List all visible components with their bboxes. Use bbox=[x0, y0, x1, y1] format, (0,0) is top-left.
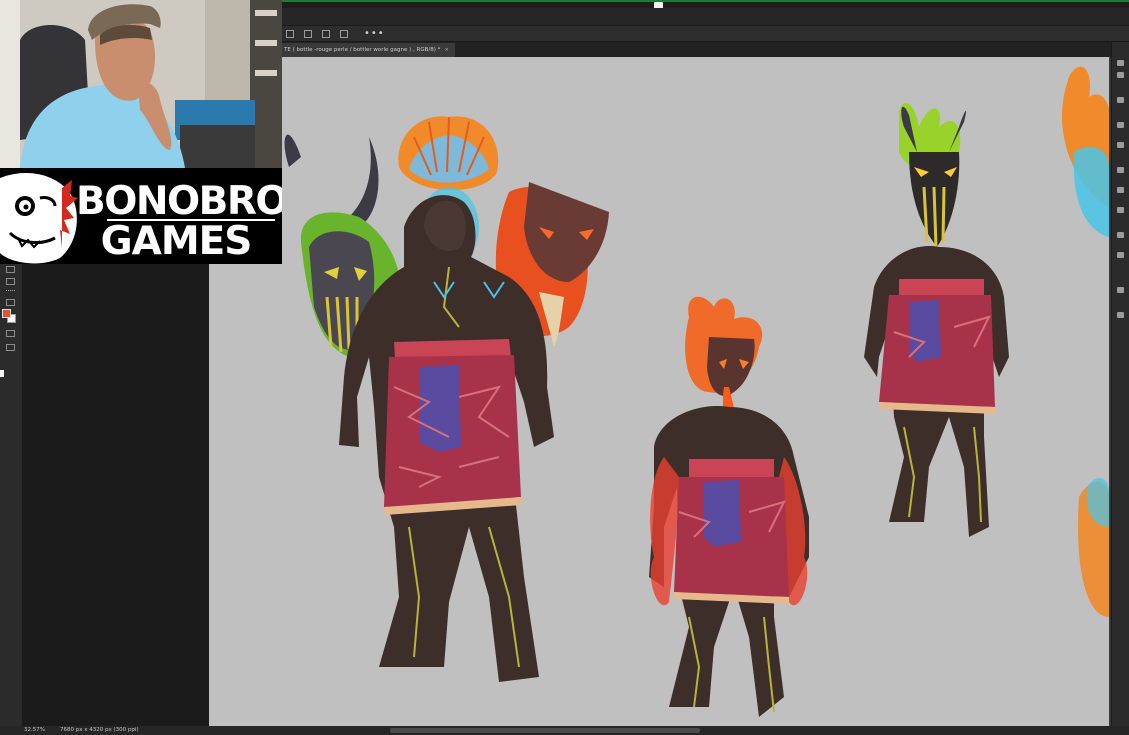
logo-divider bbox=[107, 219, 275, 221]
document-size: 7680 px x 4320 px (300 ppi) bbox=[60, 727, 139, 733]
layer-comps-icon[interactable] bbox=[1117, 312, 1124, 318]
channels-icon[interactable] bbox=[1117, 232, 1124, 238]
lasso-icon[interactable] bbox=[6, 290, 15, 294]
canvas[interactable] bbox=[209, 57, 1109, 726]
panel-collapse-handle[interactable] bbox=[0, 370, 4, 377]
artboard-icon[interactable] bbox=[6, 344, 15, 351]
properties-icon[interactable] bbox=[1117, 72, 1124, 78]
status-menu-arrow[interactable]: › bbox=[133, 726, 135, 735]
document-tab-bar: TE ( bottle -rouge perle / bottler worle… bbox=[282, 42, 1129, 57]
paths-icon[interactable] bbox=[1117, 252, 1124, 258]
styles-icon[interactable] bbox=[1117, 207, 1124, 213]
align-right-icon[interactable] bbox=[322, 29, 330, 38]
right-panel-dock bbox=[1111, 42, 1129, 726]
distribute-icon[interactable] bbox=[340, 29, 348, 38]
menu-bar bbox=[282, 8, 1129, 26]
history-icon[interactable] bbox=[1117, 60, 1124, 66]
character-3 bbox=[864, 103, 1009, 537]
screen-mode-icon[interactable] bbox=[6, 330, 15, 337]
close-icon[interactable]: × bbox=[444, 47, 449, 53]
document-tab-title: TE ( bottle -rouge perle / bottler worle… bbox=[284, 47, 441, 53]
character-2 bbox=[649, 296, 809, 717]
layers-icon[interactable] bbox=[1117, 287, 1124, 293]
align-center-icon[interactable] bbox=[304, 29, 312, 38]
webcam-overlay bbox=[0, 0, 282, 168]
align-left-icon[interactable] bbox=[286, 29, 294, 38]
character-1 bbox=[284, 116, 609, 683]
select-icon[interactable] bbox=[6, 278, 15, 285]
more-options-button[interactable]: ••• bbox=[364, 28, 385, 38]
monkey-mascot-icon bbox=[0, 173, 78, 264]
document-tab[interactable]: TE ( bottle -rouge perle / bottler worle… bbox=[282, 43, 456, 57]
webcam-feed-illustration bbox=[0, 0, 282, 168]
swatches-icon[interactable] bbox=[1117, 122, 1124, 128]
brand-line-1: BONOBROS bbox=[76, 179, 282, 224]
crop-icon[interactable] bbox=[6, 299, 15, 306]
tool-options-bar: ••• bbox=[282, 26, 1129, 42]
move-icon[interactable] bbox=[6, 266, 15, 273]
zoom-level[interactable]: 32.57% bbox=[24, 726, 45, 735]
libraries-icon[interactable] bbox=[1117, 187, 1124, 193]
character-4-partial bbox=[1061, 66, 1109, 617]
brush-icon[interactable] bbox=[1117, 142, 1124, 148]
artwork-illustration bbox=[284, 66, 1109, 717]
tools-panel bbox=[0, 264, 23, 726]
brand-line-2: GAMES bbox=[100, 219, 253, 264]
horizontal-scrollbar[interactable] bbox=[390, 728, 700, 733]
color-icon[interactable] bbox=[1117, 97, 1124, 103]
foreground-color-swatch[interactable] bbox=[2, 309, 11, 318]
status-bar: 32.57% 7680 px x 4320 px (300 ppi) › bbox=[0, 726, 1129, 735]
adjustments-icon[interactable] bbox=[1117, 167, 1124, 173]
brand-logo: BONOBROS GAMES bbox=[0, 168, 282, 264]
brand-wordmark: BONOBROS GAMES bbox=[76, 179, 282, 264]
